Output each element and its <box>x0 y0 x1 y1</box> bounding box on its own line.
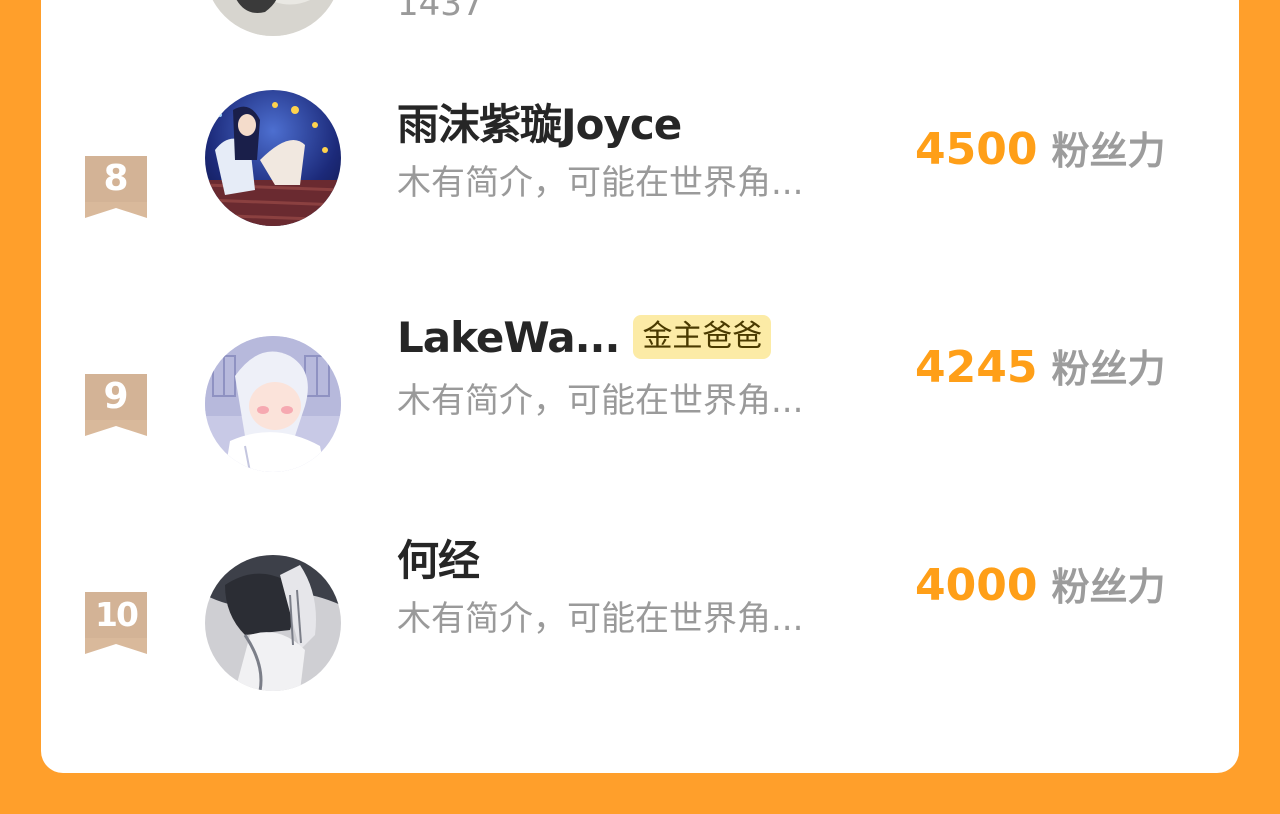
fan-power-value: 4000 <box>915 560 1038 611</box>
user-name[interactable]: LakeWa... <box>397 313 620 362</box>
partial-avatar[interactable] <box>205 0 341 36</box>
avatar[interactable] <box>205 336 341 472</box>
user-name[interactable]: 何经 <box>397 527 480 588</box>
user-bio: 木有简介，可能在世界角... <box>397 381 804 421</box>
avatar[interactable] <box>205 555 341 691</box>
user-bio: 木有简介，可能在世界角... <box>397 599 804 639</box>
list-item[interactable]: 9 LakeWa... 金主爸爸 木有简介，可能在世界角... 4245 粉丝力 <box>41 313 1239 488</box>
user-bio: 木有简介，可能在世界角... <box>397 163 804 203</box>
user-name[interactable]: 雨沫紫璇Joyce <box>397 91 682 152</box>
fan-power-value: 4245 <box>915 342 1038 393</box>
fan-power: 4000 粉丝力 <box>915 556 1175 611</box>
rank-badge: 8 <box>85 156 147 218</box>
name-line: LakeWa... 金主爸爸 <box>397 311 772 363</box>
name-line: 雨沫紫璇Joyce <box>397 95 682 149</box>
fan-power: 4245 粉丝力 <box>915 338 1175 393</box>
fan-power: 4500 粉丝力 <box>915 120 1175 175</box>
partial-followers-text: 1437 <box>397 0 484 24</box>
rank-number: 10 <box>95 595 139 634</box>
fan-power-unit: 粉丝力 <box>1051 129 1166 173</box>
ranking-panel: 1437 8 雨沫紫璇Joyce 木有简介，可能在世界角... 4500 粉丝力… <box>41 0 1239 773</box>
rank-badge: 9 <box>85 374 147 436</box>
vip-tag: 金主爸爸 <box>633 315 772 359</box>
name-line: 何经 <box>397 531 480 585</box>
list-item[interactable]: 8 雨沫紫璇Joyce 木有简介，可能在世界角... 4500 粉丝力 <box>41 90 1239 268</box>
fan-power-unit: 粉丝力 <box>1051 347 1166 391</box>
fan-power-unit: 粉丝力 <box>1051 565 1166 609</box>
fan-power-value: 4500 <box>915 124 1038 175</box>
rank-number: 9 <box>103 376 129 417</box>
list-item[interactable]: 10 何经 木有简介，可能在世界角... 4000 粉丝力 <box>41 536 1239 708</box>
rank-number: 8 <box>103 158 129 199</box>
avatar[interactable] <box>205 90 341 226</box>
rank-badge: 10 <box>85 592 147 654</box>
